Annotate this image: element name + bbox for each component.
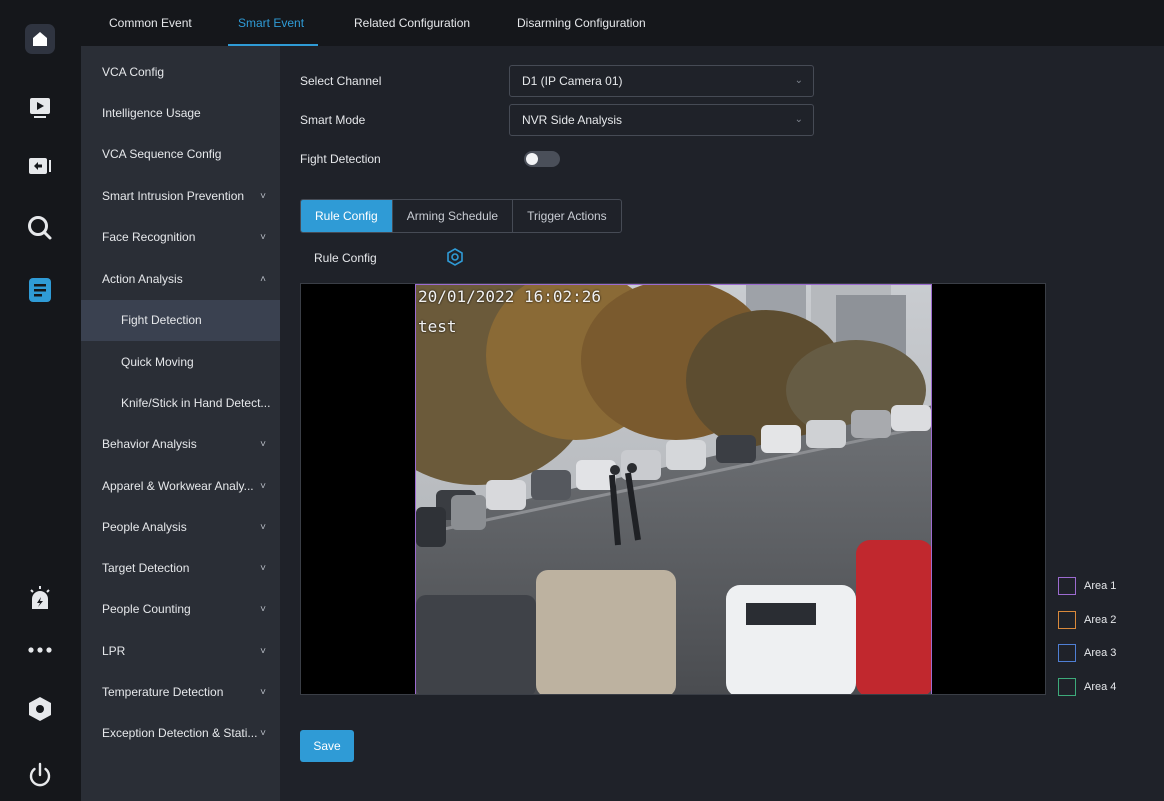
- menu-item-label: People Analysis: [102, 520, 187, 534]
- app: Common Event Smart Event Related Configu…: [0, 0, 1164, 801]
- osd-timestamp: 20/01/2022 16:02:26: [418, 287, 602, 306]
- tab-arming-schedule[interactable]: Arming Schedule: [391, 200, 512, 232]
- menu-item-label: People Counting: [102, 602, 191, 616]
- save-button[interactable]: Save: [300, 730, 354, 762]
- menu-item-label: Fight Detection: [121, 313, 202, 327]
- chevron-down-icon: ˅: [260, 687, 266, 698]
- tab-common-event[interactable]: Common Event: [109, 0, 192, 46]
- area-3-swatch: [1058, 644, 1076, 662]
- icon-rail: [0, 0, 81, 801]
- alarm-icon[interactable]: [20, 578, 60, 618]
- tab-smart-event[interactable]: Smart Event: [227, 0, 319, 46]
- menu-item-label: Face Recognition: [102, 230, 196, 244]
- menu-item-label: Apparel & Workwear Analy...: [102, 479, 254, 493]
- search-icon[interactable]: [20, 208, 60, 248]
- menu-item-quick-moving[interactable]: Quick Moving: [81, 342, 280, 383]
- menu-item-label: Smart Intrusion Prevention: [102, 189, 245, 203]
- menu-item-exception-detection[interactable]: Exception Detection & Stati... ˅: [81, 713, 280, 754]
- smart-mode-label: Smart Mode: [300, 113, 366, 127]
- menu-item-label: Knife/Stick in Hand Detect...: [121, 396, 271, 410]
- area-4-legend[interactable]: Area 4: [1058, 678, 1116, 696]
- top-tab-bar: Common Event Smart Event Related Configu…: [81, 0, 1164, 46]
- menu-item-temperature-detection[interactable]: Temperature Detection ˅: [81, 672, 280, 713]
- menu-item-knife-stick-detection[interactable]: Knife/Stick in Hand Detect...: [81, 383, 280, 424]
- tab-rule-config[interactable]: Rule Config: [301, 200, 392, 232]
- menu-item-target-detection[interactable]: Target Detection ˅: [81, 548, 280, 589]
- home-icon[interactable]: [20, 19, 60, 59]
- menu-item-people-analysis[interactable]: People Analysis ˅: [81, 507, 280, 548]
- chevron-down-icon: ˅: [260, 439, 266, 450]
- menu-item-label: LPR: [102, 644, 126, 658]
- menu-item-behavior-analysis[interactable]: Behavior Analysis ˅: [81, 424, 280, 465]
- event-menu: VCA Config Intelligence Usage VCA Sequen…: [81, 46, 280, 801]
- area-4-label: Area 4: [1084, 681, 1117, 693]
- settings-icon[interactable]: [446, 248, 464, 266]
- maintenance-icon[interactable]: [20, 689, 60, 729]
- menu-item-label: VCA Config: [102, 65, 165, 79]
- menu-item-vca-config[interactable]: VCA Config: [81, 52, 280, 93]
- menu-item-label: Exception Detection & Stati...: [102, 726, 258, 740]
- menu-item-label: Temperature Detection: [102, 685, 224, 699]
- menu-item-label: Behavior Analysis: [102, 437, 197, 451]
- menu-item-label: VCA Sequence Config: [102, 147, 222, 161]
- select-channel-value: D1 (IP Camera 01): [522, 74, 623, 88]
- menu-item-action-analysis[interactable]: Action Analysis ˄: [81, 259, 280, 300]
- menu-item-label: Target Detection: [102, 561, 190, 575]
- more-icon[interactable]: [20, 630, 60, 670]
- area-3-legend[interactable]: Area 3: [1058, 644, 1116, 662]
- menu-item-smart-intrusion-prevention[interactable]: Smart Intrusion Prevention ˅: [81, 176, 280, 217]
- menu-item-label: Intelligence Usage: [102, 106, 201, 120]
- area-2-swatch: [1058, 611, 1076, 629]
- configuration-icon[interactable]: [20, 270, 60, 310]
- chevron-down-icon: ˅: [260, 646, 266, 657]
- chevron-down-icon: ˅: [260, 728, 266, 739]
- toggle-knob: [526, 153, 538, 165]
- area-2-legend[interactable]: Area 2: [1058, 611, 1116, 629]
- menu-item-apparel-workwear-analysis[interactable]: Apparel & Workwear Analy... ˅: [81, 466, 280, 507]
- rule-sub-tabs: Rule Config Arming Schedule Trigger Acti…: [300, 199, 622, 233]
- osd-camera-name: test: [418, 317, 457, 336]
- fight-detection-label: Fight Detection: [300, 152, 381, 166]
- video-preview[interactable]: 20/01/2022 16:02:26 test: [300, 283, 1046, 695]
- chevron-down-icon: ˅: [260, 563, 266, 574]
- menu-item-face-recognition[interactable]: Face Recognition ˅: [81, 217, 280, 258]
- menu-item-people-counting[interactable]: People Counting ˅: [81, 589, 280, 630]
- area-2-label: Area 2: [1084, 614, 1117, 626]
- select-channel-dropdown[interactable]: D1 (IP Camera 01) ⌄: [509, 65, 814, 97]
- menu-item-fight-detection[interactable]: Fight Detection: [81, 300, 280, 341]
- smart-mode-dropdown[interactable]: NVR Side Analysis ⌄: [509, 104, 814, 136]
- fight-detection-toggle[interactable]: [524, 151, 560, 167]
- chevron-down-icon: ⌄: [794, 114, 803, 125]
- playback-icon[interactable]: [20, 88, 60, 128]
- chevron-down-icon: ⌄: [794, 75, 803, 86]
- area-1-legend[interactable]: Area 1: [1058, 577, 1116, 595]
- rule-config-label: Rule Config: [314, 251, 377, 265]
- select-channel-label: Select Channel: [300, 74, 382, 88]
- menu-item-lpr[interactable]: LPR ˅: [81, 631, 280, 672]
- chevron-down-icon: ˅: [260, 481, 266, 492]
- area-4-swatch: [1058, 678, 1076, 696]
- backup-icon[interactable]: [20, 146, 60, 186]
- tab-related-configuration[interactable]: Related Configuration: [354, 0, 470, 46]
- tab-trigger-actions[interactable]: Trigger Actions: [512, 200, 621, 232]
- power-icon[interactable]: [20, 755, 60, 795]
- camera-scene-image: [416, 285, 931, 694]
- menu-item-label: Action Analysis: [102, 272, 183, 286]
- camera-frame[interactable]: 20/01/2022 16:02:26 test: [415, 284, 932, 694]
- chevron-down-icon: ˅: [260, 522, 266, 533]
- tab-disarming-configuration[interactable]: Disarming Configuration: [517, 0, 646, 46]
- chevron-down-icon: ˅: [260, 604, 266, 615]
- chevron-up-icon: ˄: [260, 274, 266, 285]
- area-1-label: Area 1: [1084, 580, 1117, 592]
- area-3-label: Area 3: [1084, 647, 1117, 659]
- menu-item-vca-sequence-config[interactable]: VCA Sequence Config: [81, 134, 280, 175]
- area-1-swatch: [1058, 577, 1076, 595]
- main-content: Select Channel D1 (IP Camera 01) ⌄ Smart…: [280, 46, 1164, 801]
- chevron-down-icon: ˅: [260, 232, 266, 243]
- menu-item-label: Quick Moving: [121, 355, 194, 369]
- chevron-down-icon: ˅: [260, 191, 266, 202]
- menu-item-intelligence-usage[interactable]: Intelligence Usage: [81, 93, 280, 134]
- smart-mode-value: NVR Side Analysis: [522, 113, 623, 127]
